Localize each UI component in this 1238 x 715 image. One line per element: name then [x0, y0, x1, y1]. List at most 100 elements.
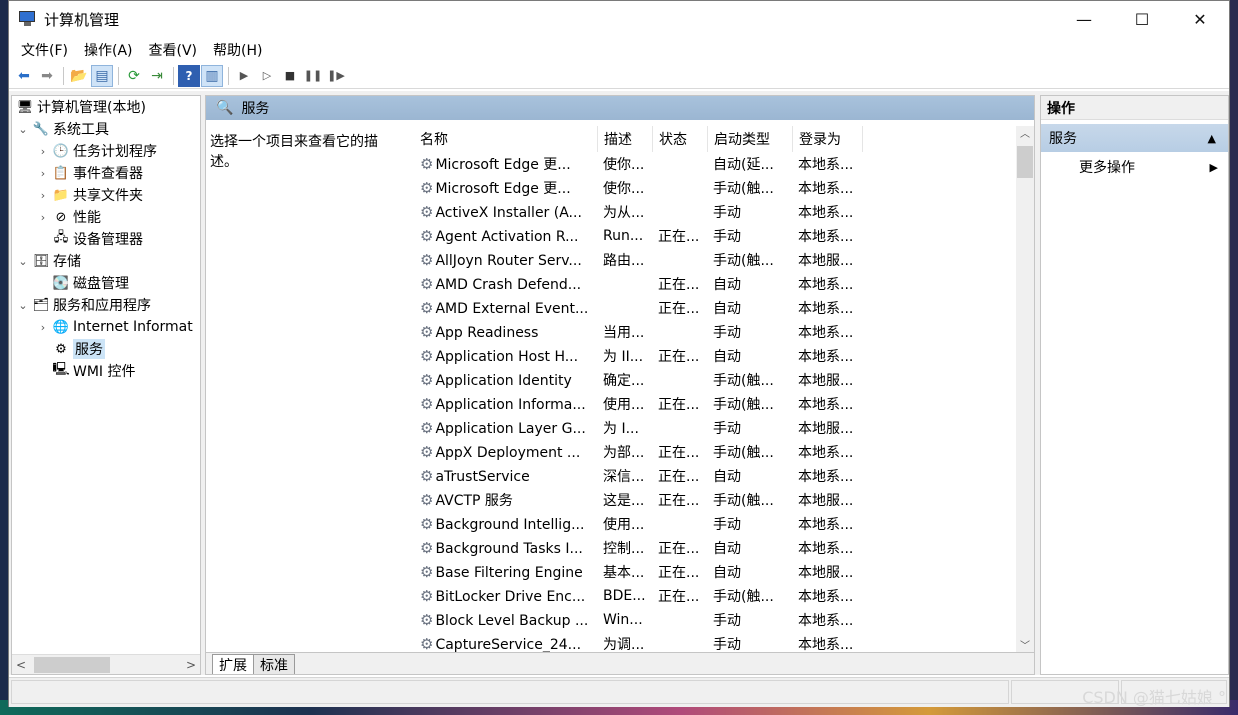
back-arrow-icon[interactable]: ⬅ [13, 65, 35, 87]
tree-item[interactable]: 🖥 计算机管理(本地) [12, 96, 200, 118]
start-service-icon[interactable]: ▶ [233, 65, 255, 87]
collapse-triangle-icon[interactable]: ▲ [1208, 132, 1216, 145]
column-description[interactable]: 描述 [598, 126, 653, 152]
table-row[interactable]: ⚙ BitLocker Drive Enc... BDE... 正在... 手动(触..… [418, 584, 1016, 608]
tree-item[interactable]: 🖧 设备管理器 [12, 228, 200, 250]
help-icon[interactable]: ? [178, 64, 200, 87]
scroll-right-icon[interactable]: > [182, 658, 200, 672]
table-row[interactable]: ⚙ AVCTP 服务 这是... 正在... 手动(触... 本地服... [418, 488, 1016, 512]
column-status[interactable]: 状态 [653, 126, 708, 152]
service-log-on-as: 本地系... [798, 397, 854, 413]
column-log-on-as[interactable]: 登录为 [793, 126, 863, 152]
scroll-left-icon[interactable]: < [12, 658, 30, 672]
scrollbar-thumb[interactable] [1017, 146, 1033, 178]
expand-right-icon[interactable]: › [36, 167, 50, 180]
expand-right-icon[interactable]: › [36, 321, 50, 334]
tree-horizontal-scrollbar[interactable]: < > [12, 654, 200, 674]
service-startup-type: 手动 [713, 613, 741, 629]
menu-bar: 文件(F) 操作(A) 查看(V) 帮助(H) [9, 37, 1229, 63]
tree-item[interactable]: 🖳 WMI 控件 [12, 360, 200, 382]
menu-file[interactable]: 文件(F) [13, 40, 76, 60]
table-row[interactable]: ⚙ AppX Deployment ... 为部... 正在... 手动(触... 本地系… [418, 440, 1016, 464]
service-startup-type: 自动 [713, 565, 741, 581]
service-status: 正在... [658, 565, 700, 581]
table-row[interactable]: ⚙ Background Intellig... 使用... 手动 本地系... [418, 512, 1016, 536]
scroll-up-icon[interactable]: ︿ [1016, 126, 1034, 144]
table-row[interactable]: ⚙ AMD Crash Defend... 正在... 自动 本地系... [418, 272, 1016, 296]
scrollbar-thumb[interactable] [34, 656, 110, 673]
table-row[interactable]: ⚙ Microsoft Edge 更... 使你... 自动(延... 本地系... [418, 152, 1016, 176]
stop-service-icon[interactable]: ■ [279, 65, 301, 87]
tree-item[interactable]: ⌄ 🗂 服务和应用程序 [12, 294, 200, 316]
table-row[interactable]: ⚙ Application Identity 确定... 手动(触... 本地服... [418, 368, 1016, 392]
menu-view[interactable]: 查看(V) [141, 40, 206, 60]
more-actions-item[interactable]: 更多操作 ▶ [1041, 152, 1228, 182]
expand-right-icon[interactable]: › [36, 145, 50, 158]
service-log-on-as: 本地系... [798, 613, 854, 629]
tree-item-label: WMI 控件 [73, 364, 136, 380]
service-log-on-as: 本地系... [798, 205, 854, 221]
column-startup-type[interactable]: 启动类型 [708, 126, 793, 152]
table-row[interactable]: ⚙ aTrustService 深信... 正在... 自动 本地系... [418, 464, 1016, 488]
menu-help[interactable]: 帮助(H) [205, 40, 270, 60]
table-row[interactable]: ⚙ Background Tasks I... 控制... 正在... 自动 本地系... [418, 536, 1016, 560]
tree-item[interactable]: ⌄ 🔧 系统工具 [12, 118, 200, 140]
tab-extended[interactable]: 扩展 [212, 654, 254, 674]
table-row[interactable]: ⚙ Base Filtering Engine 基本... 正在... 自动 本地服... [418, 560, 1016, 584]
service-name-text: Background Tasks I... [435, 541, 583, 557]
start-service-alt-icon[interactable]: ▷ [256, 65, 278, 87]
actions-group-services[interactable]: 服务 ▲ [1041, 124, 1228, 152]
tree-item[interactable]: ⌄ 🗄 存储 [12, 250, 200, 272]
menu-action[interactable]: 操作(A) [76, 40, 141, 60]
expand-right-icon[interactable]: › [36, 211, 50, 224]
forward-arrow-icon[interactable]: ➡ [36, 65, 58, 87]
table-row[interactable]: ⚙ AllJoyn Router Serv... 路由... 手动(触... 本地服..… [418, 248, 1016, 272]
service-name: ⚙ Background Intellig... [418, 515, 598, 533]
tab-standard[interactable]: 标准 [253, 654, 295, 674]
service-name: ⚙ Background Tasks I... [418, 539, 598, 557]
table-row[interactable]: ⚙ Microsoft Edge 更... 使你... 手动(触... 本地系... [418, 176, 1016, 200]
refresh-icon[interactable]: ⟳ [123, 65, 145, 87]
expand-down-icon[interactable]: ⌄ [16, 255, 30, 268]
tree-item[interactable]: › 📁 共享文件夹 [12, 184, 200, 206]
tree-item[interactable]: › ⊘ 性能 [12, 206, 200, 228]
maximize-button[interactable]: ☐ [1113, 1, 1171, 37]
service-description-cell: 路由... [603, 253, 645, 269]
service-startup-type: 自动 [713, 349, 741, 365]
table-row[interactable]: ⚙ App Readiness 当用... 手动 本地系... [418, 320, 1016, 344]
table-row[interactable]: ⚙ Block Level Backup ... Win... 手动 本地系... [418, 608, 1016, 632]
service-description-cell: BDE... [603, 588, 646, 604]
actions-title: 操作 [1041, 96, 1228, 120]
table-row[interactable]: ⚙ ActiveX Installer (A... 为从... 手动 本地系... [418, 200, 1016, 224]
tree-item[interactable]: ⚙ 服务 [12, 338, 200, 360]
pause-service-icon[interactable]: ❚❚ [302, 65, 324, 87]
restart-service-icon[interactable]: ❚▶ [325, 65, 347, 87]
service-description-cell: 使用... [603, 517, 645, 533]
service-description-cell: 确定... [603, 373, 645, 389]
services-vertical-scrollbar[interactable]: ︿ ﹀ [1016, 126, 1034, 656]
close-button[interactable]: ✕ [1171, 1, 1229, 37]
service-log-on-as: 本地系... [798, 445, 854, 461]
actions-group-label: 服务 [1049, 131, 1077, 147]
minimize-button[interactable]: — [1055, 1, 1113, 37]
tree-item[interactable]: › 🕒 任务计划程序 [12, 140, 200, 162]
table-row[interactable]: ⚙ Application Informa... 使用... 正在... 手动(触...… [418, 392, 1016, 416]
expand-down-icon[interactable]: ⌄ [16, 299, 30, 312]
table-row[interactable]: ⚙ Application Host H... 为 II... 正在... 自动 本地系.… [418, 344, 1016, 368]
show-hide-action-pane-icon[interactable]: ▥ [201, 64, 223, 87]
table-row[interactable]: ⚙ Agent Activation R... Run... 正在... 手动 本地系..… [418, 224, 1016, 248]
table-row[interactable]: ⚙ AMD External Event... 正在... 自动 本地系... [418, 296, 1016, 320]
expand-down-icon[interactable]: ⌄ [16, 123, 30, 136]
service-name-text: Microsoft Edge 更... [435, 157, 571, 173]
export-list-icon[interactable]: ⇥ [146, 65, 168, 87]
up-folder-icon[interactable]: 📂 [68, 65, 90, 87]
expand-right-icon[interactable]: › [36, 189, 50, 202]
table-row[interactable]: ⚙ Application Layer G... 为 I... 手动 本地服... [418, 416, 1016, 440]
service-name: ⚙ ActiveX Installer (A... [418, 203, 598, 221]
tree-item[interactable]: 💽 磁盘管理 [12, 272, 200, 294]
tree-item[interactable]: › 📋 事件查看器 [12, 162, 200, 184]
service-startup-type: 手动(触... [713, 445, 774, 461]
tree-item[interactable]: › 🌐 Internet Informat [12, 316, 200, 338]
show-hide-tree-icon[interactable]: ▤ [91, 64, 113, 87]
service-log-on-as: 本地服... [798, 373, 854, 389]
